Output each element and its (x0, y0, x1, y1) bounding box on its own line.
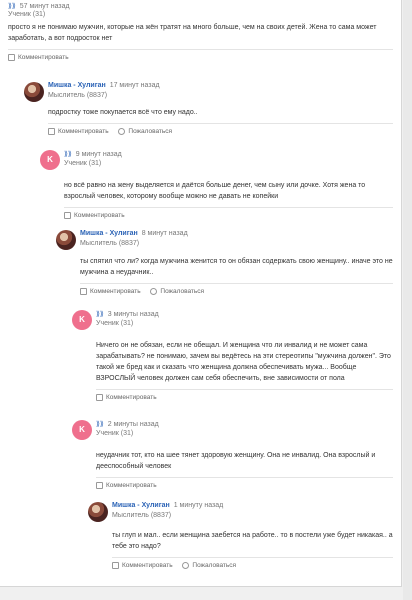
avatar[interactable]: K (40, 150, 60, 170)
avatar[interactable]: K (72, 310, 92, 330)
avatar[interactable]: K (72, 420, 92, 440)
comment-actions: Комментировать (8, 49, 393, 63)
comment-time: 8 минут назад (141, 230, 188, 237)
comment-text: просто я не понимаю мужчин, которые на ж… (8, 24, 377, 42)
user-rank: Мыслитель (8837) (112, 512, 172, 519)
comment-text: Ничего он не обязан, если не обещал. И ж… (96, 342, 391, 382)
comment-icon (112, 562, 119, 569)
comment-actions: Комментировать Пожаловаться (80, 283, 393, 297)
report-icon (182, 562, 190, 569)
comment-time: 17 минут назад (109, 82, 160, 89)
comment-time: 1 минуту назад (173, 502, 224, 509)
report-button[interactable]: Пожаловаться (182, 562, 236, 569)
comment-time: 3 минуты назад (107, 311, 159, 318)
comment: Мишка - Хулиган 17 минут назад Мыслитель… (24, 82, 393, 137)
comment-author-link[interactable]: ⟫⟫ (64, 151, 72, 158)
comment-text: ты глуп и мал.. если женщина заебется на… (112, 532, 393, 550)
comment-author-link[interactable]: ⟫⟫ (96, 311, 104, 318)
comment-button[interactable]: Комментировать (80, 288, 141, 295)
comment-author-link[interactable]: Мишка - Хулиган (112, 502, 170, 509)
user-rank: Мыслитель (8837) (80, 240, 140, 247)
report-button[interactable]: Пожаловаться (150, 288, 204, 295)
report-icon (118, 128, 126, 135)
comment-icon (80, 288, 87, 295)
comment-actions: Комментировать (96, 389, 393, 403)
comment: Мишка - Хулиган 8 минут назад Мыслитель … (56, 230, 393, 297)
comment-button[interactable]: Комментировать (48, 128, 109, 135)
comment: K ⟫⟫ 9 минут назад Ученик (31) но всё ра… (40, 150, 393, 221)
comment-icon (8, 54, 15, 61)
comment-icon (96, 482, 103, 489)
comment-author-link[interactable]: ⟫⟫ (96, 421, 104, 428)
avatar[interactable] (56, 230, 76, 250)
comment-button[interactable]: Комментировать (8, 54, 69, 61)
comment-actions: Комментировать Пожаловаться (48, 123, 393, 137)
avatar[interactable] (88, 502, 108, 522)
comment-text: ты спятил что ли? когда мужчина женится … (80, 258, 393, 276)
comment-button[interactable]: Комментировать (96, 482, 157, 489)
user-rank: Ученик (31) (96, 320, 134, 327)
comment-actions: Комментировать (64, 207, 393, 221)
comment-time: 9 минут назад (75, 151, 122, 158)
avatar[interactable] (24, 82, 44, 102)
comment-time: 57 минут назад (19, 3, 70, 10)
comment: Мишка - Хулиган 1 минуту назад Мыслитель… (88, 502, 393, 571)
comment-author-link[interactable]: Мишка - Хулиган (48, 82, 106, 89)
comment: K ⟫⟫ 3 минуты назад Ученик (31) Ничего о… (72, 310, 393, 403)
comment-button[interactable]: Комментировать (64, 212, 125, 219)
report-button[interactable]: Пожаловаться (118, 128, 172, 135)
report-icon (150, 288, 158, 295)
comment-text: подростку тоже покупается всё что ему на… (48, 109, 198, 116)
comment-time: 2 минуты назад (107, 421, 159, 428)
comment-actions: Комментировать (96, 477, 393, 491)
comment-text: но всё равно на жену выделяется и даётся… (64, 182, 366, 200)
comment-icon (48, 128, 55, 135)
comment-button[interactable]: Комментировать (96, 394, 157, 401)
comment-author-link[interactable]: Мишка - Хулиган (80, 230, 138, 237)
user-rank: Ученик (31) (64, 160, 102, 167)
comment-actions: Комментировать Пожаловаться (112, 557, 393, 571)
comment-text: неудачник тот, кто на шее тянет здоровую… (96, 452, 376, 470)
comment: K ⟫⟫ 2 минуты назад Ученик (31) неудачни… (72, 420, 393, 491)
user-rank: Мыслитель (8837) (48, 92, 108, 99)
comment-button[interactable]: Комментировать (112, 562, 173, 569)
comment-icon (64, 212, 71, 219)
user-rank: Ученик (31) (96, 430, 134, 437)
comment-thread: ⟫⟫ 57 минут назад Ученик (31) просто я н… (0, 0, 402, 587)
page-edge (403, 0, 412, 600)
comment-icon (96, 394, 103, 401)
comment-author-link[interactable]: ⟫⟫ (8, 3, 16, 10)
comment: ⟫⟫ 57 минут назад Ученик (31) просто я н… (8, 2, 393, 63)
user-rank: Ученик (31) (8, 11, 46, 18)
